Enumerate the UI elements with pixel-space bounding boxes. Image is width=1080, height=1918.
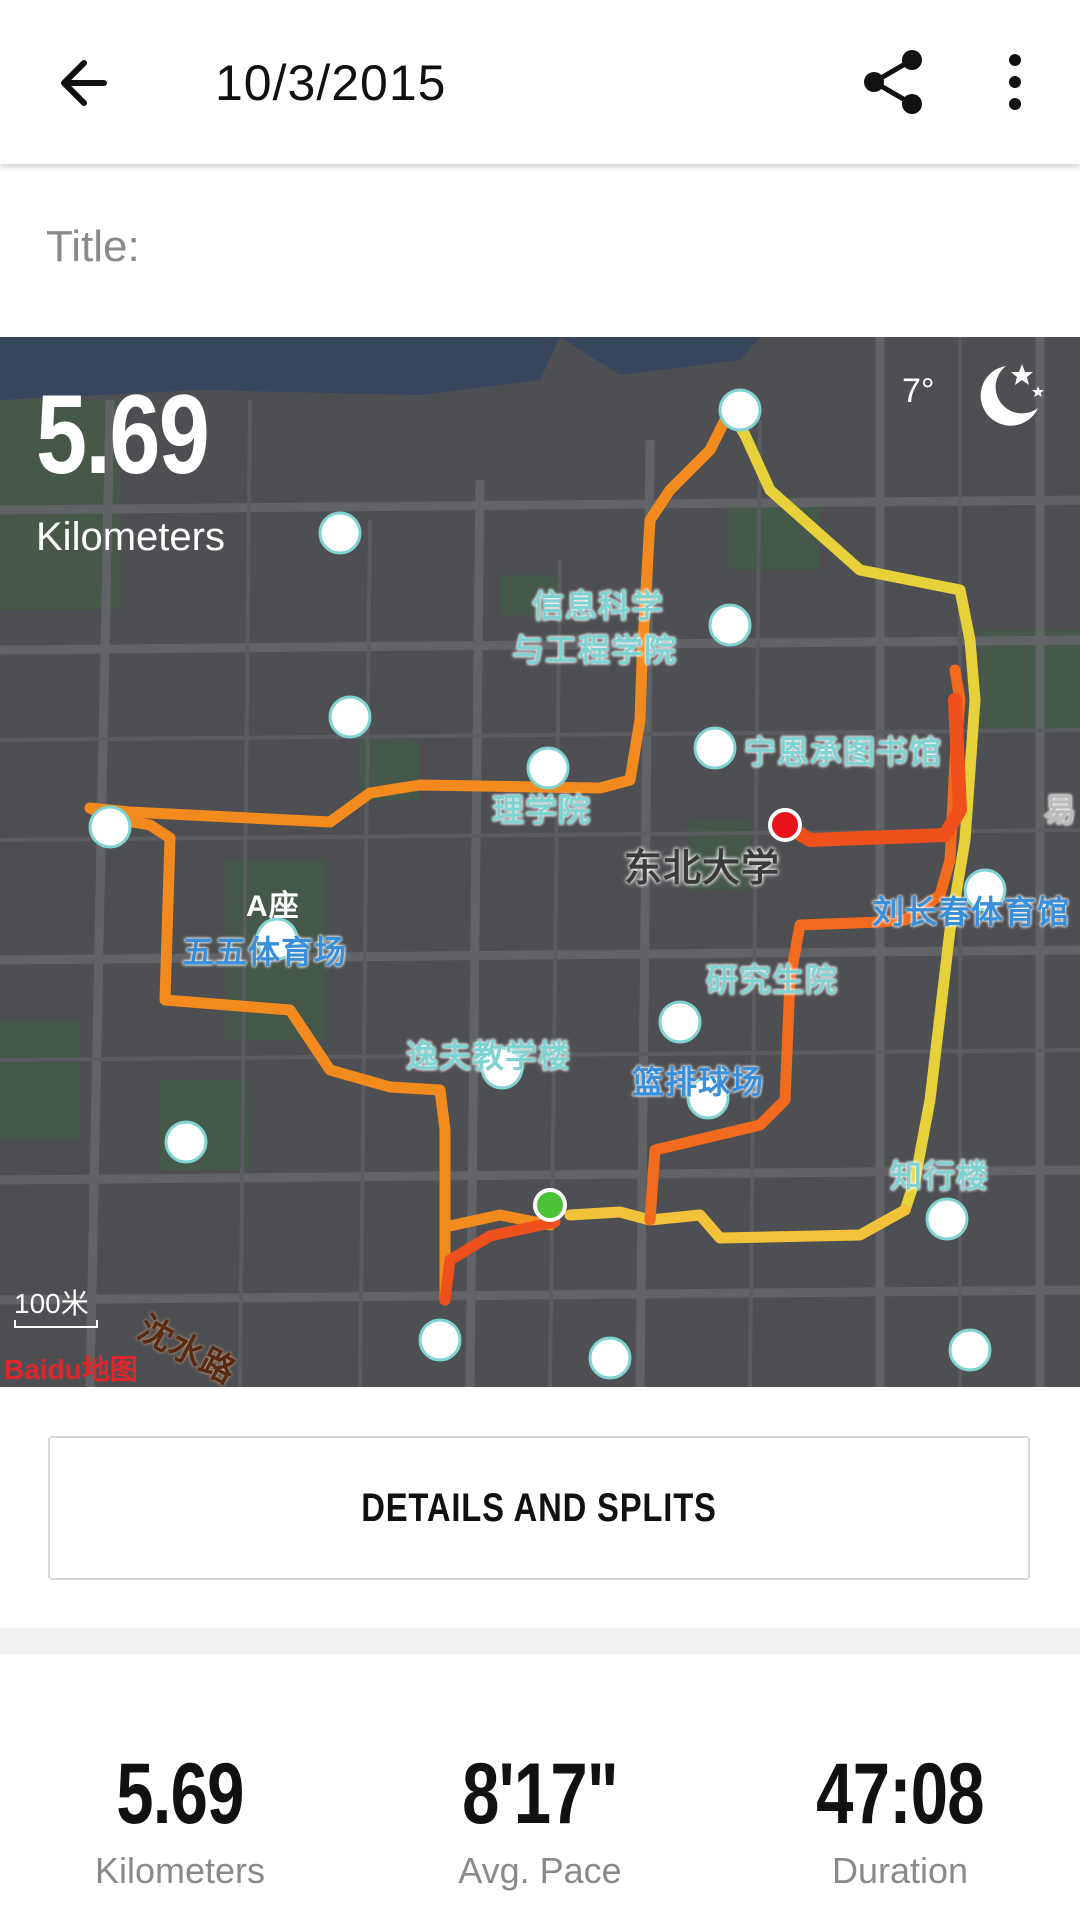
stat-duration: 47:08 Duration	[750, 1746, 1050, 1892]
map-distance-value: 5.69	[36, 372, 210, 497]
map-label-yi: 易	[1044, 792, 1078, 828]
map-label-lixueyuan: 理学院	[492, 792, 592, 828]
moon-stars-icon	[980, 364, 1044, 426]
map-label-wuwu: 五五体育场	[182, 934, 348, 970]
map-label-stadium: 刘长春体育馆	[872, 894, 1071, 930]
map-label-basketball: 篮排球场	[632, 1064, 765, 1100]
map-label-neu: 东北大学	[624, 848, 781, 890]
map-scale-bar	[14, 1320, 98, 1328]
stat-pace: 8'17" Avg. Pace	[390, 1746, 690, 1892]
temperature: 7°	[902, 372, 935, 410]
stat-duration-value: 47:08	[816, 1746, 984, 1842]
map-scale-label: 100米	[14, 1288, 89, 1319]
stat-pace-label: Avg. Pace	[458, 1850, 622, 1891]
details-and-splits-button[interactable]: DETAILS AND SPLITS	[48, 1436, 1030, 1580]
stat-pace-value: 8'17"	[462, 1746, 619, 1842]
details-button-label: DETAILS AND SPLITS	[361, 1486, 717, 1530]
map-distance-unit: Kilometers	[36, 515, 225, 559]
share-icon[interactable]	[858, 46, 930, 118]
stat-distance-label: Kilometers	[94, 1850, 266, 1891]
map-label-yanjiusheng: 研究生院	[706, 962, 839, 998]
stat-duration-label: Duration	[831, 1850, 969, 1891]
baidu-map-logo: Baidu地图	[4, 1354, 138, 1385]
map-label-xinxi-2: 与工程学院	[512, 632, 678, 668]
activity-date: 10/3/2015	[215, 55, 447, 111]
map-label-yifu: 逸夫教学楼	[406, 1038, 572, 1074]
app-bar: 10/3/2015	[0, 0, 1080, 164]
title-row[interactable]	[0, 164, 1080, 336]
stat-distance-value: 5.69	[116, 1746, 244, 1842]
map-label-a-zuo: A座	[246, 890, 300, 923]
section-divider	[0, 1628, 1080, 1654]
title-label[interactable]: Title:	[46, 222, 140, 272]
map-label-library: 宁恩承图书馆	[744, 734, 943, 770]
stat-distance: 5.69 Kilometers	[30, 1746, 330, 1892]
more-options-icon[interactable]	[990, 46, 1040, 118]
map-label-xinxi: 信息科学	[532, 588, 665, 624]
map-label-zhixing: 知行楼	[890, 1158, 990, 1194]
back-arrow-icon[interactable]	[50, 48, 120, 118]
